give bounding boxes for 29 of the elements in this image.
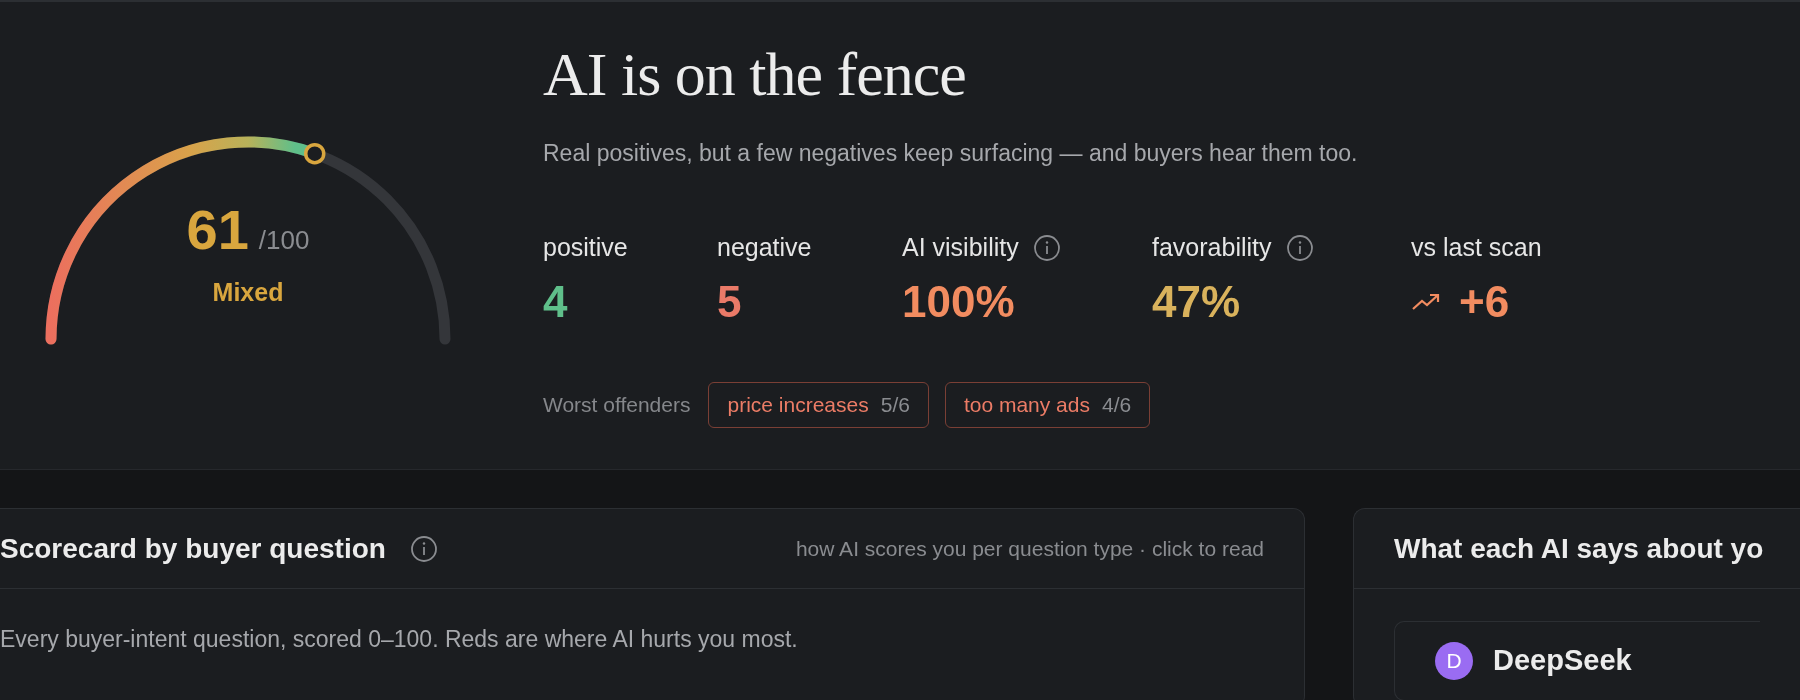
info-icon[interactable] xyxy=(1032,233,1061,262)
subtitle: Real positives, but a few negatives keep surfacing — and buyers hear them too. xyxy=(543,139,1359,168)
score-value: 61 xyxy=(186,202,249,258)
score-max: /100 xyxy=(258,224,310,257)
engine-name: DeepSeek xyxy=(1493,643,1632,679)
stat-value: 4 xyxy=(543,275,568,328)
stat-value: +6 xyxy=(1459,275,1510,328)
card-description: Every buyer-intent question, scored 0–100. Reds are where AI hurts you most. xyxy=(0,625,799,654)
card-title: Scorecard by buyer question xyxy=(0,531,386,566)
trend-up-icon xyxy=(1411,291,1441,312)
score-verdict: Mixed xyxy=(212,277,284,308)
stat-value: 47% xyxy=(1152,275,1241,328)
stat-label: AI visibility xyxy=(902,231,1019,263)
headline: AI is on the fence xyxy=(543,39,967,110)
stat-label: vs last scan xyxy=(1411,231,1542,263)
offenders-label: Worst offenders xyxy=(543,391,691,418)
card-hint: how AI scores you per question type · click to read xyxy=(795,535,1264,562)
stat-label: negative xyxy=(717,231,812,263)
stat-label: favorability xyxy=(1152,231,1272,263)
stat-value: 100% xyxy=(902,275,1015,328)
info-icon[interactable] xyxy=(1285,233,1314,262)
card-title: What each AI says about yo xyxy=(1394,531,1764,566)
gauge-knob xyxy=(304,142,326,165)
engine-avatar: D xyxy=(1435,642,1473,680)
info-icon[interactable] xyxy=(409,534,438,563)
stat-value: 5 xyxy=(717,275,742,328)
offender-tag: too many ads 4/6 xyxy=(944,381,1151,428)
stat-label: positive xyxy=(543,231,628,263)
offender-tag: price increases 5/6 xyxy=(708,381,929,428)
